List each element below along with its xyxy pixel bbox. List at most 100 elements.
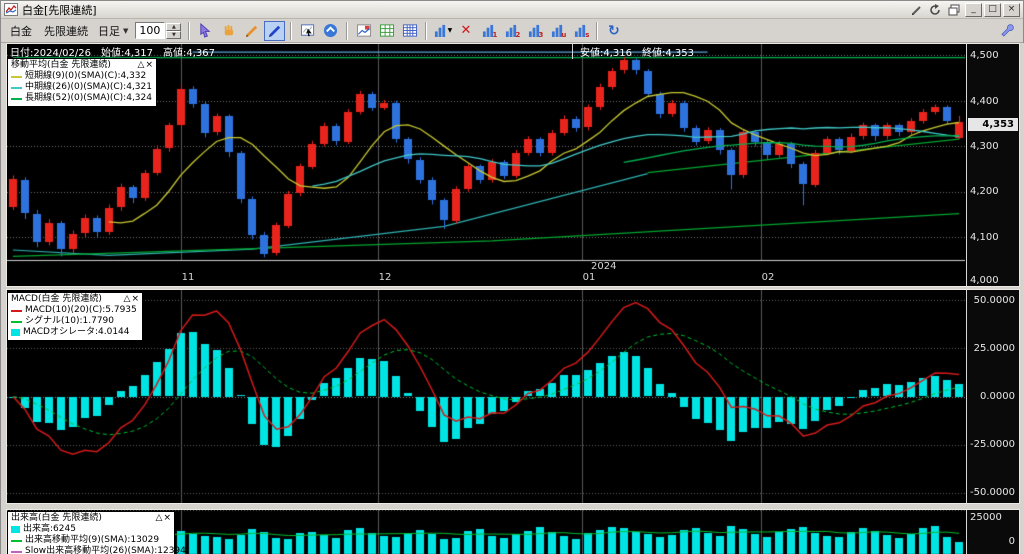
volume-slow-ma-label: Slow出来高移動平均(26)(SMA):12394 — [25, 546, 186, 554]
select-cursor-button[interactable] — [195, 21, 216, 41]
chart-frame-cursor-icon — [300, 24, 314, 37]
legend-close-icon[interactable]: × — [145, 61, 153, 70]
y-tick: 4,200 — [970, 186, 999, 197]
grid-green-icon — [379, 24, 394, 37]
info-date: 日付:2024/02/26 — [10, 47, 92, 59]
signal-line-label: シグナル(10):1.7790 — [25, 316, 114, 326]
legend-collapse-icon[interactable]: △ — [156, 514, 163, 523]
toolbar-separator — [290, 21, 293, 40]
x-axis-label-nov: 11 — [181, 272, 195, 283]
spin-down-button[interactable]: ▼ — [166, 30, 182, 39]
toolbar-separator — [188, 21, 191, 40]
y-tick: -25.0000 — [970, 439, 1015, 450]
window-title: 白金[先限連続] — [22, 3, 97, 17]
legend-close-icon[interactable]: × — [163, 514, 171, 523]
chart-window: 白金[先限連続] _ □ × 白金 先限連続 日足 ▼ 100 ▲ ▼ ▼ ✕ … — [0, 0, 1024, 554]
red-x-icon: ✕ — [460, 23, 472, 38]
indicator-slot-u-button[interactable]: u — [547, 21, 568, 41]
toolbar-separator — [425, 21, 428, 40]
draw-pencil-button[interactable] — [241, 21, 262, 41]
chevron-down-icon: ▼ — [447, 27, 453, 34]
compass-button[interactable] — [320, 21, 341, 41]
compass-icon — [324, 23, 338, 38]
y-tick: 0.0000 — [980, 391, 1015, 402]
panel-splitter[interactable] — [1, 287, 1024, 289]
indicator-slot-s-button[interactable]: s — [570, 21, 591, 41]
spin-up-button[interactable]: ▲ — [166, 22, 182, 31]
cursor-arrow-icon — [200, 23, 211, 38]
legend-title: MACD(白金 先限連続) — [11, 294, 102, 304]
bars-count-value[interactable]: 100 — [135, 22, 166, 39]
info-low: 安値:4,316 — [580, 47, 632, 59]
panel-splitter[interactable] — [1, 504, 1024, 509]
bars-count-spinner[interactable]: 100 ▲ ▼ — [135, 22, 182, 39]
legend-close-icon[interactable]: × — [131, 295, 139, 304]
ma-short-label: 短期線(9)(0)(SMA)(C):4,332 — [25, 71, 147, 81]
contract-label: 先限連続 — [44, 24, 88, 38]
grid-table-button[interactable] — [376, 21, 397, 41]
toolbar-separator — [596, 21, 599, 40]
hand-icon — [225, 24, 234, 36]
indicator-slot-3-button[interactable]: 3 — [524, 21, 545, 41]
volume-label: 出来高:6245 — [23, 524, 76, 534]
y-tick: 25000 — [970, 512, 1002, 523]
bar-chart-icon — [434, 24, 445, 37]
timeframe-select[interactable]: 日足 ▼ — [95, 23, 131, 39]
year-label: 2024 — [591, 261, 617, 272]
refresh-button[interactable]: ↻ — [603, 21, 624, 41]
chart-region: 日付:2024/02/26 始値:4,317 高値:4,367 安値:4,316… — [1, 43, 1024, 554]
macd-legend: MACD(白金 先限連続) △ × MACD(10)(20)(C):5.7935… — [7, 292, 143, 341]
info-close: 終値:4,353 — [642, 47, 694, 59]
cascade-windows-icon[interactable] — [946, 3, 963, 17]
close-button[interactable]: × — [1003, 2, 1020, 17]
icon-digit: 3 — [538, 30, 544, 39]
ma-legend: 移動平均(白金 先限連続) △ × 短期線(9)(0)(SMA)(C):4,33… — [7, 58, 157, 107]
y-tick: 4,500 — [970, 50, 999, 61]
hand-pan-button[interactable] — [218, 21, 239, 41]
pencil-blue-icon — [269, 25, 281, 38]
info-high: 高値:4,367 — [163, 47, 216, 59]
settings-button[interactable] — [998, 21, 1019, 41]
icon-digit: u — [561, 30, 567, 39]
x-axis-label-feb: 02 — [761, 272, 775, 283]
chart-pointer-button[interactable] — [297, 21, 318, 41]
macd-line-label: MACD(10)(20)(C):5.7935 — [25, 305, 137, 315]
maximize-button[interactable]: □ — [984, 2, 1001, 17]
price-y-axis: 4,500 4,400 4,300 4,200 4,100 4,000 4,35… — [966, 44, 1019, 286]
y-tick: 4,300 — [970, 141, 999, 152]
current-price-tag: 4,353 — [968, 118, 1018, 131]
wrench-icon — [1001, 24, 1014, 37]
volume-legend: 出来高(白金 先限連続) △ × 出来高:6245 出来高移動平均(9)(SMA… — [7, 511, 186, 554]
legend-collapse-icon[interactable]: △ — [138, 61, 145, 70]
y-tick: 4,100 — [970, 232, 999, 243]
icon-digit: 2 — [515, 30, 521, 39]
rotate-icon[interactable] — [927, 3, 944, 17]
toolbar: 白金 先限連続 日足 ▼ 100 ▲ ▼ ▼ ✕ 1 2 3 u s ↻ — [1, 19, 1023, 43]
ohlc-info-bar: 日付:2024/02/26 始値:4,317 高値:4,367 安値:4,316… — [10, 44, 694, 59]
macd-chart-canvas[interactable] — [7, 290, 965, 503]
minimize-button[interactable]: _ — [965, 2, 982, 17]
instrument-label: 白金 — [10, 24, 32, 38]
chart-style-dropdown-button[interactable]: ▼ — [432, 21, 453, 41]
draw-pencil-active-button[interactable] — [264, 20, 286, 41]
timeframe-value: 日足 — [98, 24, 120, 38]
pencil-icon — [246, 25, 258, 38]
volume-ma-label: 出来高移動平均(9)(SMA):13029 — [25, 535, 160, 545]
pen-icon[interactable] — [908, 3, 925, 17]
new-chart-button[interactable] — [353, 21, 374, 41]
chevron-down-icon: ▼ — [123, 26, 129, 35]
ma-mid-label: 中期線(26)(0)(SMA)(C):4,321 — [25, 82, 152, 92]
y-tick: 0 — [1008, 536, 1015, 547]
legend-collapse-icon[interactable]: △ — [124, 295, 131, 304]
y-tick: 4,000 — [970, 275, 999, 286]
icon-digit: s — [585, 30, 590, 39]
new-chart-icon — [356, 24, 371, 37]
y-tick: 4,400 — [970, 96, 999, 107]
indicator-slot-2-button[interactable]: 2 — [501, 21, 522, 41]
indicator-slot-1-button[interactable]: 1 — [478, 21, 499, 41]
grid-dense-button[interactable] — [399, 21, 420, 41]
delete-study-button[interactable]: ✕ — [455, 21, 476, 41]
toolbar-separator — [346, 21, 349, 40]
y-tick: -50.0000 — [970, 487, 1015, 498]
price-panel: 日付:2024/02/26 始値:4,317 高値:4,367 安値:4,316… — [6, 43, 1020, 287]
